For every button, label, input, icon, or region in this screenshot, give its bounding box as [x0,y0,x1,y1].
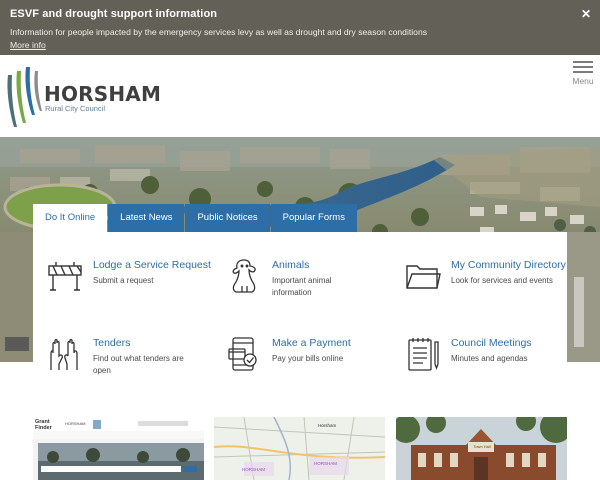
service-make-payment[interactable]: Make a Payment Pay your bills online [226,336,396,396]
logo-name[interactable]: HORSHAM [44,82,161,106]
card-map[interactable]: Horsham HORSHAM HORSHAM [214,417,385,480]
tab-do-it-online[interactable]: Do It Online [33,204,108,232]
notepad-pen-icon [408,338,439,371]
service-description: Find out what tenders are open [93,354,184,375]
service-description: Look for services and events [451,276,553,285]
logo-subtitle: Rural City Council [45,104,106,113]
card-town-hall[interactable]: Town Hall [396,417,567,480]
alert-more-info-link[interactable]: More info [10,40,46,50]
folder-icon [406,265,441,289]
menu-label: Menu [572,76,594,86]
payment-phone-icon [228,337,257,371]
map-label-mid: HORSHAM [242,467,266,472]
card-grant-logo-text: HORSHAM [65,421,86,426]
card-grant-title: Grant Finder [35,419,52,431]
tab-public-notices[interactable]: Public Notices [185,204,270,232]
service-tenders[interactable]: Tenders Find out what tenders are open [47,336,217,396]
tab-popular-forms[interactable]: Popular Forms [270,204,357,232]
service-lodge-request[interactable]: Lodge a Service Request Submit a request [47,258,217,318]
service-title: Make a Payment [272,337,351,349]
service-title: Tenders [93,337,131,349]
service-description: Important animal information [272,276,332,297]
council-logo-mark-icon[interactable] [4,65,44,127]
grant-finder-screenshot [33,417,204,480]
service-community-directory[interactable]: My Community Directory Look for services… [405,258,575,318]
site-header: HORSHAM Rural City Council Menu [0,55,600,137]
hamburger-icon [570,61,596,73]
map-label-right: HORSHAM [314,461,338,466]
map-label-top: Horsham [318,423,337,428]
service-description: Pay your bills online [272,354,344,363]
service-title: Lodge a Service Request [93,259,211,271]
map-thumbnail [214,417,385,480]
raised-hands-icon [50,338,78,370]
service-title: Animals [272,259,310,271]
service-description: Submit a request [93,276,154,285]
town-hall-sign: Town Hall [473,444,491,449]
tab-latest-news[interactable]: Latest News [108,204,185,232]
service-animals[interactable]: Animals Important animal information [226,258,396,318]
service-title: My Community Directory [451,259,566,271]
barrier-icon [48,262,82,291]
close-icon[interactable]: ✕ [581,7,591,21]
quick-links-tabs: Do It Online Latest News Public Notices … [33,204,358,232]
alert-description: Information for people impacted by the e… [10,27,428,37]
card-grant-finder[interactable]: Grant Finder HORSHAM [33,417,204,480]
do-it-online-panel: Lodge a Service Request Submit a request… [33,232,567,382]
menu-button[interactable]: Menu [570,61,596,86]
alert-title: ESVF and drought support information [10,8,218,20]
alert-banner: ESVF and drought support information Inf… [0,0,600,55]
service-title: Council Meetings [451,337,532,349]
service-council-meetings[interactable]: Council Meetings Minutes and agendas [405,336,575,396]
service-description: Minutes and agendas [451,354,528,363]
dog-icon [232,259,256,293]
